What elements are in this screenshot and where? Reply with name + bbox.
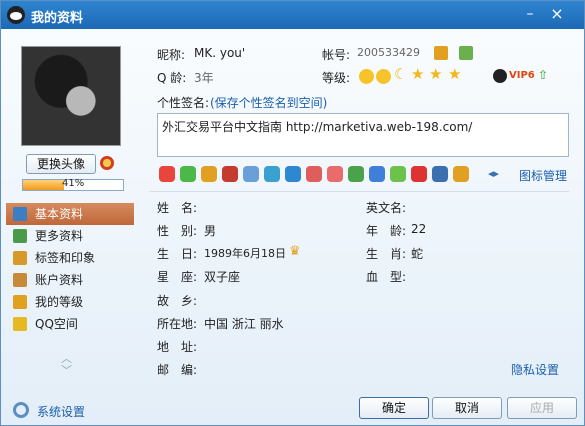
hometown-label: 故 乡: bbox=[157, 294, 198, 308]
profile-progress-fill bbox=[23, 180, 64, 190]
title-bar[interactable]: 我的资料 – × bbox=[1, 1, 584, 29]
minimize-button[interactable]: – bbox=[520, 5, 540, 23]
service-badge-icon[interactable] bbox=[264, 166, 280, 182]
zodiac-value: 蛇 bbox=[411, 247, 424, 261]
sidebar-item-basic-info[interactable]: 基本资料 bbox=[6, 203, 134, 225]
star-level-icon: ★ bbox=[448, 65, 462, 83]
service-badge-icon[interactable] bbox=[432, 166, 448, 182]
nickname-label: 昵称: bbox=[157, 48, 186, 62]
gear-icon bbox=[13, 402, 29, 418]
save-signature-link[interactable]: (保存个性签名到空间) bbox=[210, 94, 327, 111]
gender-label: 性 别: bbox=[157, 224, 198, 238]
sidebar-item-level[interactable]: 我的等级 bbox=[6, 291, 134, 313]
service-badge-icon[interactable] bbox=[327, 166, 343, 182]
qage-value: 3年 bbox=[194, 71, 214, 85]
profile-progress-label: 41% bbox=[62, 178, 85, 189]
age-label: 年 龄: bbox=[366, 224, 407, 238]
service-badge-icon[interactable] bbox=[390, 166, 406, 182]
sidebar-item-label: 标签和印象 bbox=[35, 251, 96, 265]
account-icon bbox=[13, 273, 27, 287]
qage-label: Q 龄: bbox=[157, 71, 187, 85]
sidebar-item-more-info[interactable]: 更多资料 bbox=[6, 225, 134, 247]
change-avatar-button[interactable]: 更换头像 bbox=[26, 154, 96, 174]
zipcode-label: 邮 编: bbox=[157, 363, 198, 377]
more-info-icon bbox=[13, 229, 27, 243]
location-label: 所在地: bbox=[157, 317, 198, 331]
sidebar-item-qzone[interactable]: QQ空间 bbox=[6, 313, 134, 335]
sidebar-item-label: 账户资料 bbox=[35, 273, 84, 287]
sun-level-icon bbox=[376, 69, 391, 84]
qq-penguin-icon bbox=[7, 6, 25, 24]
name-label: 姓 名: bbox=[157, 201, 198, 215]
icon-nav-arrows-icon[interactable]: ◂▸ bbox=[488, 167, 499, 180]
close-button[interactable]: × bbox=[547, 5, 567, 23]
level-label: 等级: bbox=[322, 71, 351, 85]
service-badge-icon[interactable] bbox=[285, 166, 301, 182]
service-badge-icon[interactable] bbox=[348, 166, 364, 182]
constellation-value: 双子座 bbox=[204, 270, 241, 284]
birthday-value: 1989年6月18日 bbox=[204, 247, 286, 260]
star-level-icon: ★ bbox=[411, 65, 425, 83]
window-title: 我的资料 bbox=[31, 11, 84, 26]
qq-penguin-icon bbox=[493, 69, 507, 83]
star-level-icon: ★ bbox=[429, 65, 443, 83]
account-label: 帐号: bbox=[322, 48, 351, 62]
profile-window: 我的资料 – × 更换头像 41% 基本资料 更多资料 标签和印象 账户资料 我… bbox=[0, 0, 585, 426]
service-badge-icon[interactable] bbox=[369, 166, 385, 182]
birthday-label: 生 日: bbox=[157, 247, 198, 261]
gender-value: 男 bbox=[204, 224, 217, 238]
blood-type-label: 血 型: bbox=[366, 270, 407, 284]
avatar[interactable] bbox=[21, 46, 121, 146]
crown-icon: ♛ bbox=[289, 244, 301, 259]
cancel-button[interactable]: 取消 bbox=[432, 397, 502, 419]
sidebar-item-tags[interactable]: 标签和印象 bbox=[6, 247, 134, 269]
service-badge-icon[interactable] bbox=[411, 166, 427, 182]
service-badge-icon[interactable] bbox=[306, 166, 322, 182]
sidebar-item-label: 更多资料 bbox=[35, 229, 84, 243]
qzone-icon bbox=[13, 317, 27, 331]
nickname-value: MK. you' bbox=[194, 46, 246, 60]
ok-button[interactable]: 确定 bbox=[359, 397, 429, 419]
moon-level-icon: ☾ bbox=[394, 65, 408, 83]
sidebar-item-account[interactable]: 账户资料 bbox=[6, 269, 134, 291]
tag-icon bbox=[13, 251, 27, 265]
apply-button[interactable]: 应用 bbox=[507, 397, 577, 419]
sidebar-item-label: QQ空间 bbox=[35, 317, 78, 331]
account-value: 200533429 bbox=[357, 46, 420, 59]
privacy-settings-link[interactable]: 隐私设置 bbox=[511, 361, 559, 378]
signature-text: 外汇交易平台中文指南 http://marketiva.web-198.com/ bbox=[162, 120, 473, 134]
vip-card-icon[interactable] bbox=[434, 46, 448, 60]
location-value: 中国 浙江 丽水 bbox=[204, 317, 284, 331]
service-badge-icon[interactable] bbox=[453, 166, 469, 182]
scroll-down-icon[interactable]: ﹀ bbox=[61, 365, 72, 377]
avatar-show-icon[interactable] bbox=[100, 156, 114, 170]
service-badge-icon[interactable] bbox=[159, 166, 175, 182]
service-badge-icon[interactable] bbox=[222, 166, 238, 182]
level-icon bbox=[13, 295, 27, 309]
icon-manage-link[interactable]: 图标管理 bbox=[519, 167, 567, 184]
age-value: 22 bbox=[411, 222, 427, 236]
signature-textbox[interactable]: 外汇交易平台中文指南 http://marketiva.web-198.com/ bbox=[157, 113, 569, 157]
sidebar-item-label: 我的等级 bbox=[35, 295, 84, 309]
divider bbox=[149, 191, 569, 192]
service-badge-icon[interactable] bbox=[201, 166, 217, 182]
english-name-label: 英文名: bbox=[366, 201, 407, 215]
sun-level-icon bbox=[359, 69, 374, 84]
constellation-label: 星 座: bbox=[157, 270, 198, 284]
profile-card-icon bbox=[13, 207, 27, 221]
service-badge-icon[interactable] bbox=[243, 166, 259, 182]
level-up-arrow-icon: ⇧ bbox=[538, 68, 549, 82]
address-label: 地 址: bbox=[157, 340, 198, 354]
account-copy-icon[interactable] bbox=[459, 46, 473, 60]
zodiac-label: 生 肖: bbox=[366, 247, 407, 261]
sidebar-nav: 基本资料 更多资料 标签和印象 账户资料 我的等级 QQ空间 bbox=[6, 203, 134, 335]
system-settings-label: 系统设置 bbox=[37, 405, 86, 419]
signature-label: 个性签名: bbox=[157, 96, 210, 110]
sidebar-item-label: 基本资料 bbox=[35, 207, 84, 221]
service-badge-icon[interactable] bbox=[180, 166, 196, 182]
sidebar-scroll-arrows: ︿ ﹀ bbox=[61, 353, 72, 377]
vip-level-text: VIP6 bbox=[509, 70, 535, 81]
